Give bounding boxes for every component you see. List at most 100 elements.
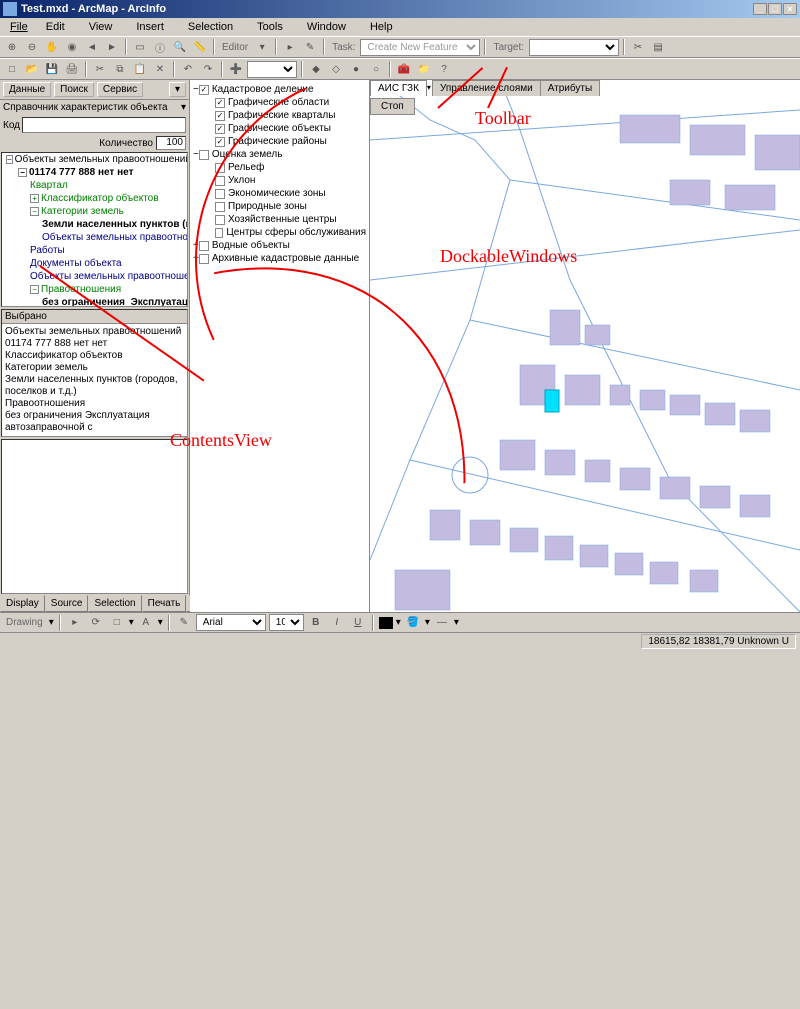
tree-root[interactable]: Кадастровое деление [212, 83, 314, 96]
checkbox-icon[interactable] [215, 189, 225, 199]
drawing-label[interactable]: Drawing [3, 617, 46, 628]
select-icon[interactable]: ▭ [131, 38, 149, 56]
tree-item[interactable]: Архивные кадастровые данные [212, 252, 359, 265]
expander-icon[interactable]: − [6, 155, 13, 164]
measure-icon[interactable]: 📏 [191, 38, 209, 56]
open-icon[interactable]: 📂 [23, 60, 41, 78]
search-button[interactable]: Поиск [54, 82, 94, 97]
new-icon[interactable]: □ [3, 60, 21, 78]
fill-icon[interactable]: 🪣 [404, 614, 422, 632]
tab-ais[interactable]: АИС ГЗК [370, 80, 427, 96]
chevron-down-icon[interactable]: ▾ [181, 102, 186, 113]
italic-icon[interactable]: I [328, 614, 346, 632]
scale-select[interactable] [247, 61, 297, 78]
data-button[interactable]: Данные [3, 82, 51, 97]
toc-item[interactable]: Земли населенных пунктов (городо [42, 218, 188, 231]
maximize-button[interactable]: □ [768, 3, 782, 15]
identify-icon[interactable]: ⓘ [151, 38, 169, 56]
pointer-icon[interactable]: ▸ [66, 614, 84, 632]
menu-file[interactable]: File [4, 19, 34, 35]
toc-item[interactable]: Объекты земельных правоотношений [30, 270, 188, 283]
checkbox-icon[interactable] [215, 228, 223, 238]
tree-item[interactable]: Графические районы [228, 135, 327, 148]
sketch-icon[interactable]: ✎ [301, 38, 319, 56]
tab-selection[interactable]: Selection [88, 595, 141, 612]
catalog-icon[interactable]: 📁 [415, 60, 433, 78]
tab-print[interactable]: Печать [142, 595, 187, 612]
tool3-icon[interactable]: ● [347, 60, 365, 78]
toc-item[interactable]: 01174 777 888 нет нет [29, 166, 133, 179]
save-icon[interactable]: 💾 [43, 60, 61, 78]
checkbox-icon[interactable] [199, 241, 209, 251]
line-icon[interactable]: — [433, 614, 451, 632]
tree-item[interactable]: Графические кварталы [228, 109, 335, 122]
paste-icon[interactable]: 📋 [131, 60, 149, 78]
pan-icon[interactable]: ✋ [43, 38, 61, 56]
tree-item[interactable]: Центры сферы обслуживания [226, 226, 366, 239]
underline-icon[interactable]: U [349, 614, 367, 632]
tree-item[interactable]: Уклон [228, 174, 255, 187]
menu-tools[interactable]: Tools [245, 19, 295, 35]
text-icon[interactable]: A [137, 614, 155, 632]
zoomout-icon[interactable]: ⊖ [23, 38, 41, 56]
rotate-icon[interactable]: ⟳ [87, 614, 105, 632]
cut2-icon[interactable]: ✂ [91, 60, 109, 78]
menu-window[interactable]: Window [295, 19, 358, 35]
tool2-icon[interactable]: ◇ [327, 60, 345, 78]
toc-item[interactable]: Объекты земельных правоотношений [42, 231, 188, 244]
stop-button[interactable]: Стоп [370, 98, 415, 115]
bold-icon[interactable]: B [307, 614, 325, 632]
layer-tree[interactable]: −Кадастровое деление Графические области… [190, 80, 369, 612]
minimize-button[interactable]: _ [753, 3, 767, 15]
copy-icon[interactable]: ⧉ [111, 60, 129, 78]
toc-item[interactable]: Классификатор объектов [41, 192, 159, 205]
menu-insert[interactable]: Insert [124, 19, 176, 35]
task-select[interactable]: Create New Feature [360, 39, 480, 56]
tree-item[interactable]: Природные зоны [228, 200, 307, 213]
toc-root[interactable]: Объекты земельных правоотношений [15, 153, 188, 166]
checkbox-icon[interactable] [215, 124, 225, 134]
tab-source[interactable]: Source [45, 595, 89, 612]
edit-icon[interactable]: ✎ [175, 614, 193, 632]
code-input[interactable] [22, 117, 186, 133]
expander-icon[interactable]: − [30, 207, 39, 216]
delete-icon[interactable]: ✕ [151, 60, 169, 78]
toc-item[interactable]: Категории земель [41, 205, 124, 218]
checkbox-icon[interactable] [215, 111, 225, 121]
target-select[interactable] [529, 39, 619, 56]
checkbox-icon[interactable] [215, 163, 225, 173]
checkbox-icon[interactable] [215, 202, 225, 212]
checkbox-icon[interactable] [199, 254, 209, 264]
menu-selection[interactable]: Selection [176, 19, 245, 35]
tree-item[interactable]: Хозяйственные центры [228, 213, 337, 226]
print-icon[interactable]: 🖨 [63, 60, 81, 78]
cut-icon[interactable]: ✂ [629, 38, 647, 56]
expander-icon[interactable]: − [18, 168, 27, 177]
size-select[interactable]: 10 [269, 614, 304, 631]
service-button[interactable]: Сервис [97, 82, 143, 97]
attributes-icon[interactable]: ▤ [649, 38, 667, 56]
map-canvas[interactable] [370, 80, 800, 612]
checkbox-icon[interactable] [199, 85, 209, 95]
font-select[interactable]: Arial [196, 614, 266, 631]
undo-icon[interactable]: ↶ [179, 60, 197, 78]
edit-tool-icon[interactable]: ▸ [281, 38, 299, 56]
chevron-down-icon[interactable]: ▾ [253, 38, 271, 56]
toc-item[interactable]: Документы объекта [30, 257, 122, 270]
checkbox-icon[interactable] [199, 150, 209, 160]
add-data-icon[interactable]: ➕ [227, 60, 245, 78]
tree-item[interactable]: Оценка земель [212, 148, 283, 161]
tree-item[interactable]: Графические области [228, 96, 329, 109]
dropdown-icon[interactable]: ▾ [169, 82, 186, 97]
checkbox-icon[interactable] [215, 176, 225, 186]
tree-item[interactable]: Экономические зоны [228, 187, 326, 200]
find-icon[interactable]: 🔍 [171, 38, 189, 56]
toc-tree[interactable]: −Объекты земельных правоотношений −01174… [1, 152, 188, 307]
tab-attributes[interactable]: Атрибуты [540, 80, 600, 96]
toc-item[interactable]: Правоотношения [41, 283, 121, 296]
tool4-icon[interactable]: ○ [367, 60, 385, 78]
menu-view[interactable]: View [77, 19, 125, 35]
zoomin-icon[interactable]: ⊕ [3, 38, 21, 56]
help-icon[interactable]: ? [435, 60, 453, 78]
editor-label[interactable]: Editor [219, 42, 251, 53]
